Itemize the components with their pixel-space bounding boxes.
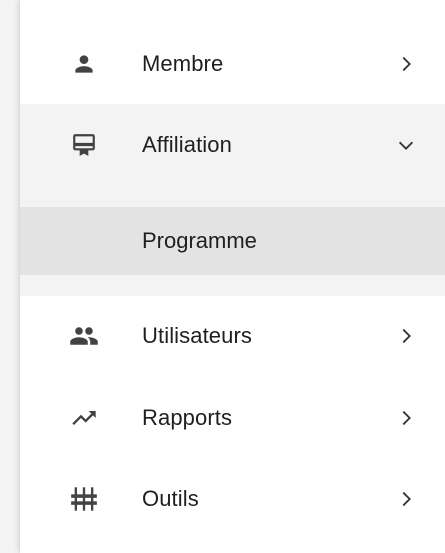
card-membership-icon — [64, 130, 104, 160]
menu-item-affiliation[interactable]: Affiliation — [20, 111, 445, 179]
menu-item-label: Membre — [142, 51, 224, 76]
menu-item-label: Affiliation — [142, 132, 232, 157]
menu-item-label: Outils — [142, 486, 199, 511]
equalizer-tools-icon — [64, 484, 104, 514]
trending-up-icon — [64, 403, 104, 433]
chevron-right-icon — [394, 487, 418, 511]
people-icon — [64, 321, 104, 351]
chevron-right-icon — [394, 324, 418, 348]
menu-item-utilisateurs[interactable]: Utilisateurs — [20, 302, 445, 370]
menu-item-membre[interactable]: Membre — [20, 30, 445, 98]
menu-item-outils[interactable]: Outils — [20, 465, 445, 533]
chevron-right-icon — [394, 52, 418, 76]
chevron-down-icon — [394, 133, 418, 157]
person-icon — [64, 49, 104, 79]
menu-item-label: Utilisateurs — [142, 323, 253, 348]
submenu-item-label: Programme — [142, 228, 257, 253]
chevron-right-icon — [394, 406, 418, 430]
menu-item-rapports[interactable]: Rapports — [20, 384, 445, 452]
sidebar-menu: Membre Affiliation Programme Utilisateur… — [20, 0, 445, 553]
submenu-item-programme[interactable]: Programme — [20, 207, 445, 275]
menu-item-label: Rapports — [142, 405, 233, 430]
